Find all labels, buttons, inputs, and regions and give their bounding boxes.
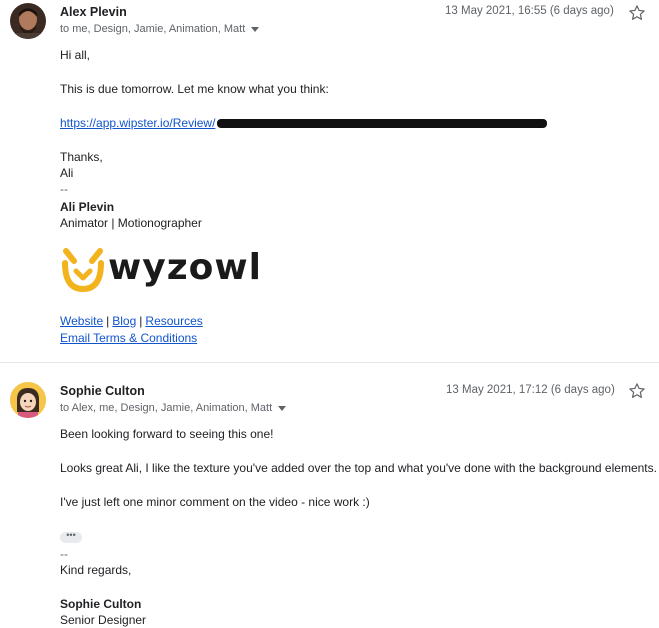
signature-dash: -- <box>60 547 68 561</box>
chevron-down-icon[interactable] <box>278 405 287 411</box>
star-icon[interactable] <box>628 382 646 400</box>
website-link[interactable]: Website <box>60 314 103 328</box>
body-text: This is due tomorrow. Let me know what y… <box>60 82 329 96</box>
signoff: Thanks, <box>60 150 103 164</box>
avatar-photo-icon <box>10 3 46 39</box>
greeting: Hi all, <box>60 48 91 62</box>
terms-link-row: Email Terms & Conditions <box>60 330 197 346</box>
avatar-illustration-icon <box>10 382 46 418</box>
signature-title: Animator | Motionographer <box>60 216 202 230</box>
chevron-down-icon[interactable] <box>251 26 260 32</box>
message-date: 13 May 2021, 17:12 (6 days ago) <box>446 384 615 396</box>
recipients-list: to Alex, me, Design, Jamie, Animation, M… <box>60 402 273 414</box>
resources-link[interactable]: Resources <box>145 314 202 328</box>
recipients-list: to me, Design, Jamie, Animation, Matt <box>60 23 246 35</box>
sender-name: Alex Plevin <box>60 5 127 19</box>
email-terms-link[interactable]: Email Terms & Conditions <box>60 331 197 345</box>
body-text: Been looking forward to seeing this one! <box>60 427 274 441</box>
recipients-toggle[interactable]: to Alex, me, Design, Jamie, Animation, M… <box>60 402 287 414</box>
wyzowl-wordmark: wyzowl <box>108 247 263 288</box>
signature-name: Sophie Culton <box>60 597 142 611</box>
sender-name: Sophie Culton <box>60 384 145 398</box>
star-icon[interactable] <box>628 4 646 22</box>
recipients-toggle[interactable]: to me, Design, Jamie, Animation, Matt <box>60 23 260 35</box>
signoff: Kind regards, <box>60 563 132 577</box>
signoff-name: Ali <box>60 166 74 180</box>
show-trimmed-content-button[interactable]: ••• <box>60 531 82 543</box>
sender-avatar[interactable] <box>10 3 46 39</box>
signature-name: Ali Plevin <box>60 200 115 214</box>
email-message-1: Alex Plevin to me, Design, Jamie, Animat… <box>0 0 659 362</box>
signature-links-row: Website | Blog | Resources <box>60 314 203 328</box>
signature-title: Senior Designer <box>60 613 147 627</box>
wyzowl-owl-icon <box>62 248 104 293</box>
signature-dash: -- <box>60 182 68 196</box>
body-text: Looks great Ali, I like the texture you'… <box>60 461 657 475</box>
message-date: 13 May 2021, 16:55 (6 days ago) <box>445 5 614 17</box>
blog-link[interactable]: Blog <box>112 314 136 328</box>
review-link-row: https://app.wipster.io/Review/ <box>60 115 548 131</box>
redacted-bar <box>217 119 548 129</box>
sender-avatar[interactable] <box>10 382 46 418</box>
email-message-2: Sophie Culton to Alex, me, Design, Jamie… <box>0 362 659 627</box>
body-text: I've just left one minor comment on the … <box>60 495 370 509</box>
review-link[interactable]: https://app.wipster.io/Review/ <box>60 116 215 130</box>
wyzowl-logo: wyzowl <box>60 245 263 295</box>
